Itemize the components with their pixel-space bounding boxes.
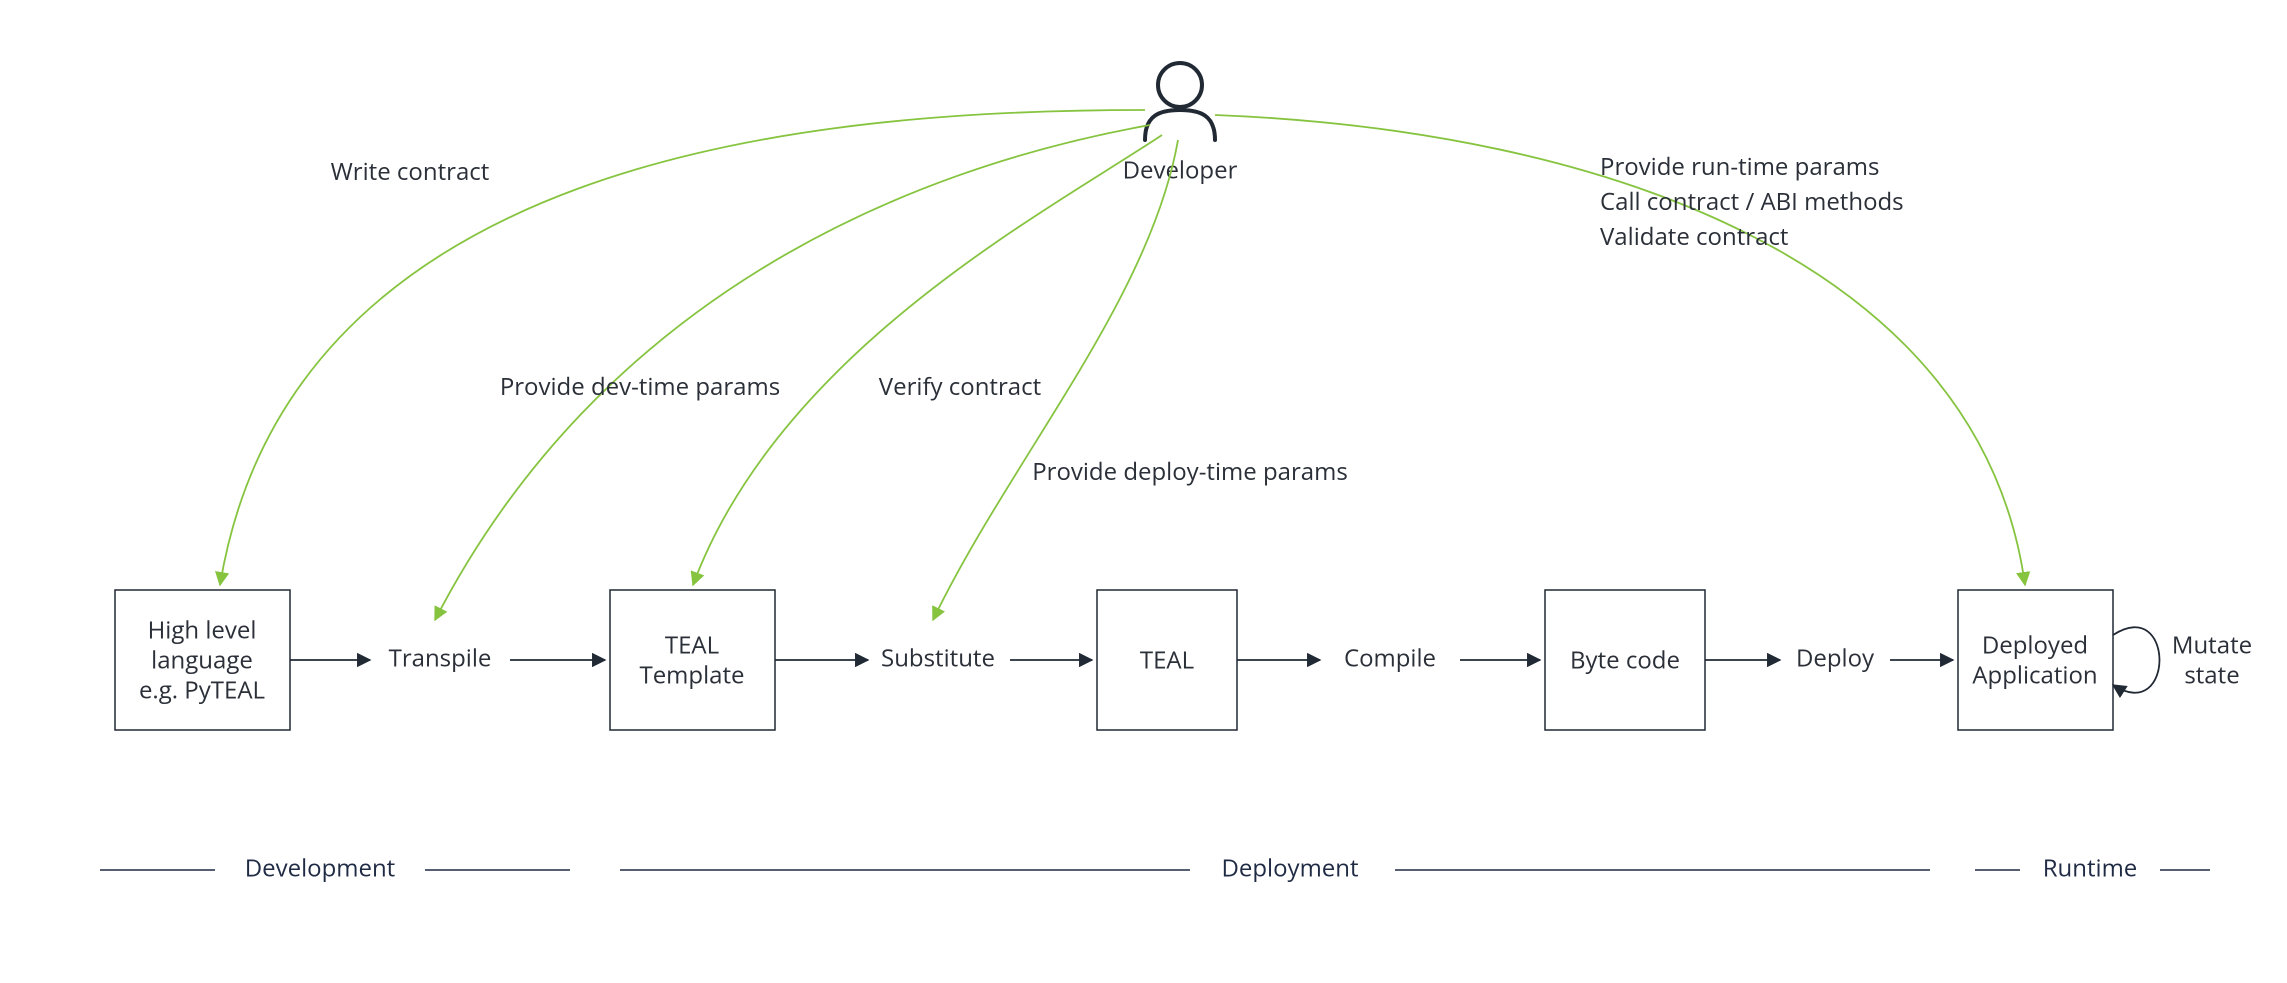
node-hll-line2: language bbox=[151, 643, 253, 676]
node-hll-line1: High level bbox=[148, 613, 257, 646]
label-mutate-1: Mutate bbox=[2172, 628, 2252, 661]
svg-text:Deployment: Deployment bbox=[1221, 851, 1358, 884]
label-mutate-2: state bbox=[2184, 658, 2239, 691]
node-deployed-line2: Application bbox=[1972, 658, 2097, 691]
svg-text:Runtime: Runtime bbox=[2043, 851, 2138, 884]
node-bytecode-line1: Byte code bbox=[1570, 643, 1680, 676]
arrow-verify-contract bbox=[693, 135, 1162, 585]
phase-development: Development bbox=[100, 851, 570, 884]
svg-text:Development: Development bbox=[245, 851, 396, 884]
node-teal-template-line2: Template bbox=[639, 658, 744, 691]
label-runtime-1: Provide run-time params bbox=[1600, 150, 1879, 183]
node-teal-line1: TEAL bbox=[1140, 643, 1194, 676]
label-transpile: Transpile bbox=[389, 641, 492, 674]
label-substitute: Substitute bbox=[881, 641, 995, 674]
phase-deployment: Deployment bbox=[620, 851, 1930, 884]
node-hll-line3: e.g. PyTEAL bbox=[139, 673, 265, 706]
developer-label: Developer bbox=[1123, 153, 1238, 186]
label-dev-params: Provide dev-time params bbox=[500, 370, 780, 403]
label-runtime-2: Call contract / ABI methods bbox=[1600, 185, 1904, 218]
label-write-contract: Write contract bbox=[331, 155, 490, 188]
label-runtime-3: Validate contract bbox=[1600, 220, 1788, 253]
arrow-mutate-state bbox=[2113, 627, 2160, 692]
label-verify-contract: Verify contract bbox=[879, 370, 1041, 403]
phase-runtime: Runtime bbox=[1975, 851, 2210, 884]
label-deploy-params: Provide deploy-time params bbox=[1032, 455, 1348, 488]
node-deployed-line1: Deployed bbox=[1982, 628, 2088, 661]
node-teal-template-line1: TEAL bbox=[665, 628, 719, 661]
label-compile: Compile bbox=[1344, 641, 1436, 674]
label-deploy: Deploy bbox=[1796, 641, 1875, 674]
developer-icon bbox=[1145, 63, 1215, 140]
